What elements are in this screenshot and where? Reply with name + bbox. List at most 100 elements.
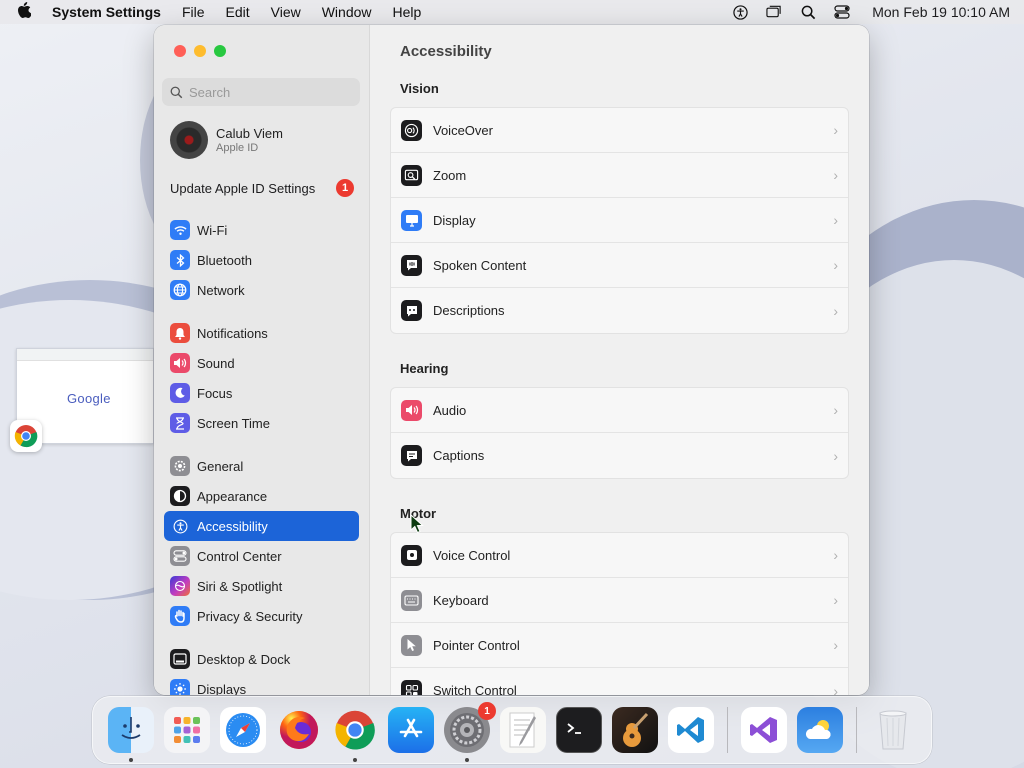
chevron-right-icon: › xyxy=(833,547,838,563)
close-window-button[interactable] xyxy=(174,45,186,57)
sidebar-item-network[interactable]: Network xyxy=(164,275,359,305)
search-input[interactable] xyxy=(189,84,349,100)
chrome-app-icon[interactable] xyxy=(10,420,42,452)
row-keyboard[interactable]: Keyboard › xyxy=(391,578,848,623)
section-heading: Motor xyxy=(400,506,437,521)
dock-finder[interactable] xyxy=(108,707,154,762)
row-captions[interactable]: Captions › xyxy=(391,433,848,478)
sidebar-item-screen-time[interactable]: Screen Time xyxy=(164,408,359,438)
bluetooth-icon xyxy=(170,250,190,270)
control-center-icon[interactable] xyxy=(834,4,850,20)
row-label: Display xyxy=(433,212,476,228)
dock-chrome[interactable] xyxy=(332,707,378,762)
sidebar-item-bluetooth[interactable]: Bluetooth xyxy=(164,245,359,275)
windows-icon[interactable] xyxy=(766,4,782,20)
search-icon xyxy=(170,86,183,98)
page-title: Accessibility xyxy=(400,43,492,60)
dock-garageband[interactable] xyxy=(612,707,658,753)
dock-safari[interactable] xyxy=(220,707,266,753)
textedit-icon xyxy=(509,712,536,748)
sun-icon xyxy=(170,679,190,695)
sidebar-item-notifications[interactable]: Notifications xyxy=(164,318,359,348)
sidebar-item-label: Network xyxy=(197,282,245,298)
sidebar-item-accessibility[interactable]: Accessibility xyxy=(164,511,359,541)
update-apple-id-item[interactable]: Update Apple ID Settings 1 xyxy=(170,179,354,197)
row-voiceover[interactable]: VoiceOver › xyxy=(391,108,848,153)
menu-app-name[interactable]: System Settings xyxy=(52,4,161,20)
row-label: Pointer Control xyxy=(433,637,520,653)
row-spoken-content[interactable]: Spoken Content › xyxy=(391,243,848,288)
accessibility-icon[interactable] xyxy=(732,4,748,20)
dock-weather[interactable] xyxy=(797,707,843,753)
dock-firefox[interactable] xyxy=(276,707,322,753)
sidebar-item-label: Screen Time xyxy=(197,415,270,431)
sidebar-item-siri-spotlight[interactable]: Siri & Spotlight xyxy=(164,571,359,601)
sidebar-item-desktop-dock[interactable]: Desktop & Dock xyxy=(164,644,359,674)
dock-textedit[interactable] xyxy=(500,707,546,753)
zoom-icon xyxy=(401,164,422,186)
dock-terminal[interactable] xyxy=(556,707,602,753)
row-display[interactable]: Display › xyxy=(391,198,848,243)
row-switch-control[interactable]: Switch Control › xyxy=(391,668,848,695)
spoken-content-icon xyxy=(401,254,422,276)
row-pointer-control[interactable]: Pointer Control › xyxy=(391,623,848,668)
chevron-right-icon: › xyxy=(833,637,838,653)
menu-help[interactable]: Help xyxy=(393,4,422,20)
dock-launchpad[interactable] xyxy=(164,707,210,753)
row-descriptions[interactable]: Descriptions › xyxy=(391,288,848,333)
sidebar-item-sound[interactable]: Sound xyxy=(164,348,359,378)
sidebar-group-network: Wi-Fi Bluetooth Network xyxy=(164,215,359,305)
menu-window[interactable]: Window xyxy=(322,4,372,20)
row-audio[interactable]: Audio › xyxy=(391,388,848,433)
sidebar-item-control-center[interactable]: Control Center xyxy=(164,541,359,571)
row-label: Voice Control xyxy=(433,547,511,563)
sidebar-item-label: Appearance xyxy=(197,488,268,504)
menu-file[interactable]: File xyxy=(182,4,205,20)
menu-bar: System Settings File Edit View Window He… xyxy=(0,0,1024,24)
dock-vscode[interactable] xyxy=(668,707,714,753)
chevron-right-icon: › xyxy=(833,212,838,228)
sidebar-item-focus[interactable]: Focus xyxy=(164,378,359,408)
sidebar-item-general[interactable]: General xyxy=(164,451,359,481)
speaker-icon xyxy=(401,399,422,421)
chevron-right-icon: › xyxy=(833,302,838,319)
menu-bar-clock[interactable]: Mon Feb 19 10:10 AM xyxy=(872,4,1010,20)
speaker-icon xyxy=(170,353,190,373)
sidebar-item-privacy-security[interactable]: Privacy & Security xyxy=(164,601,359,631)
pointer-icon xyxy=(401,634,422,656)
hand-icon xyxy=(170,606,190,626)
display-icon xyxy=(401,209,422,231)
dock-trash[interactable] xyxy=(870,707,916,753)
dock-app-store[interactable] xyxy=(388,707,434,753)
dock-badge: 1 xyxy=(478,702,496,720)
zoom-window-button[interactable] xyxy=(214,45,226,57)
row-label: VoiceOver xyxy=(433,122,493,138)
dock-separator xyxy=(856,707,857,753)
sidebar: Calub Viem Apple ID Update Apple ID Sett… xyxy=(154,25,370,695)
apple-menu-icon[interactable] xyxy=(14,2,34,22)
sidebar-item-appearance[interactable]: Appearance xyxy=(164,481,359,511)
minimize-window-button[interactable] xyxy=(194,45,206,57)
row-zoom[interactable]: Zoom › xyxy=(391,153,848,198)
dock-visual-studio[interactable] xyxy=(741,707,787,753)
menu-view[interactable]: View xyxy=(271,4,301,20)
section-heading: Hearing xyxy=(400,361,449,376)
search-icon[interactable] xyxy=(800,4,816,20)
sidebar-item-wifi[interactable]: Wi-Fi xyxy=(164,215,359,245)
row-voice-control[interactable]: Voice Control › xyxy=(391,533,848,578)
menu-edit[interactable]: Edit xyxy=(226,4,250,20)
sidebar-item-label: Sound xyxy=(197,355,235,371)
sidebar-item-displays[interactable]: Displays xyxy=(164,674,359,695)
siri-icon xyxy=(170,576,190,596)
firefox-icon xyxy=(280,711,318,749)
chevron-right-icon: › xyxy=(833,592,838,608)
chevron-right-icon: › xyxy=(833,257,838,273)
dock-icon xyxy=(170,649,190,669)
section-hearing: Hearing Audio › Captions › xyxy=(390,361,849,479)
window-controls xyxy=(174,45,226,57)
dock-system-settings[interactable]: 1 xyxy=(444,702,496,762)
apple-id-account[interactable]: Calub Viem Apple ID xyxy=(170,121,283,159)
sidebar-item-label: Desktop & Dock xyxy=(197,651,291,667)
bell-icon xyxy=(170,323,190,343)
sidebar-search[interactable] xyxy=(162,78,360,106)
